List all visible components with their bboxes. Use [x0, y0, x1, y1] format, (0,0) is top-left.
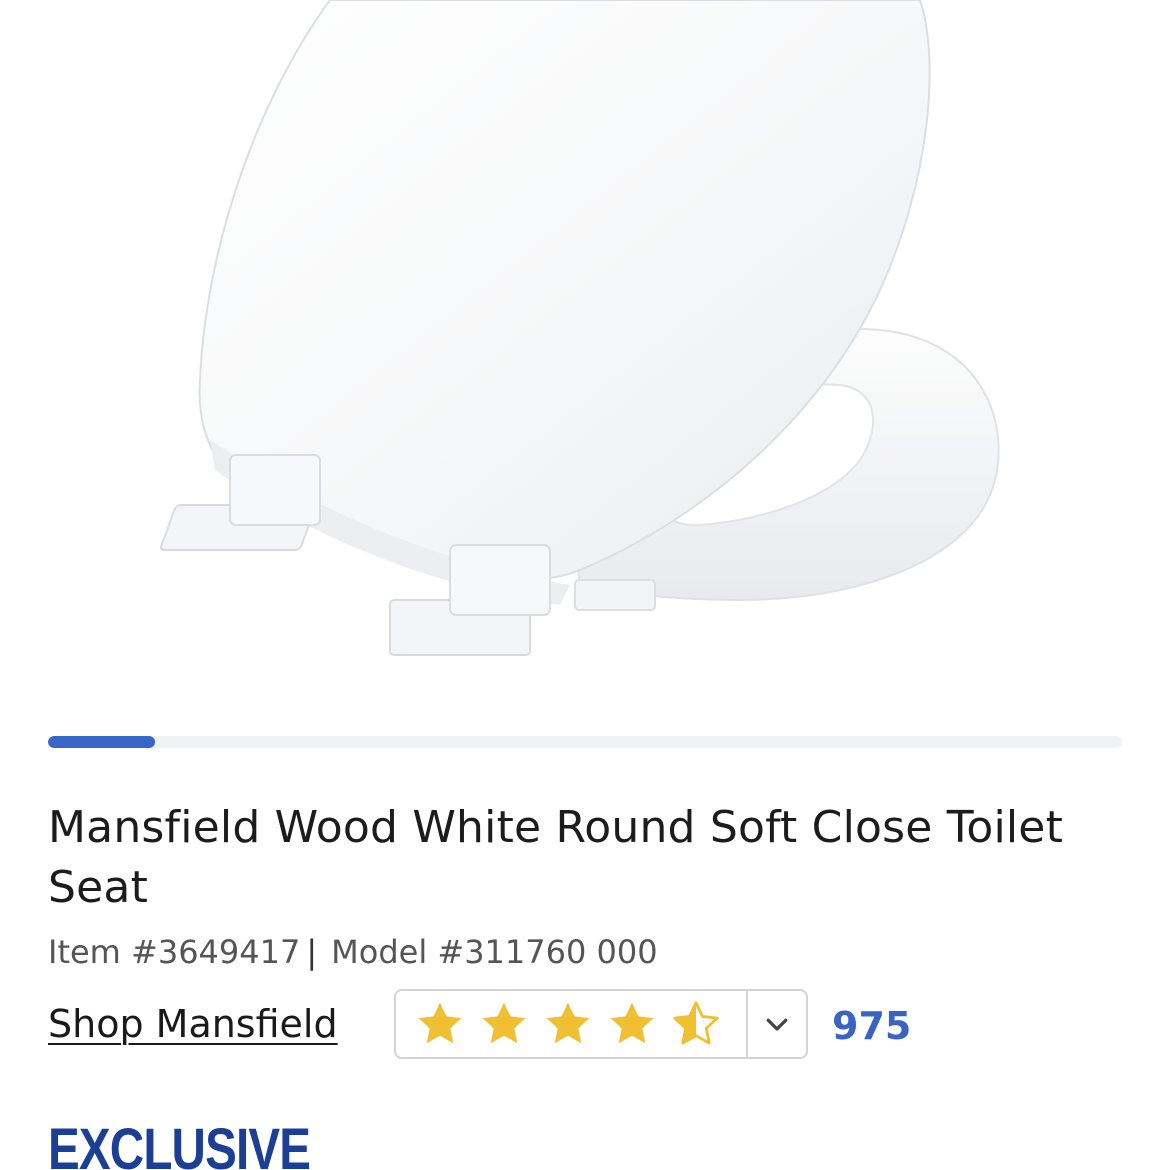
exclusive-badge: EXCLUSIVE — [48, 1117, 311, 1170]
product-page: Mansfield Wood White Round Soft Close To… — [0, 0, 1170, 1170]
half-star-icon — [673, 1001, 719, 1045]
image-carousel-progress[interactable] — [48, 736, 1122, 748]
product-image[interactable] — [0, 0, 1170, 700]
star-icon — [546, 1002, 590, 1044]
rating-widget[interactable] — [394, 989, 808, 1059]
star-icon — [482, 1002, 526, 1044]
chevron-down-icon — [766, 1018, 788, 1031]
rating-expand-button[interactable] — [748, 991, 806, 1057]
identifier-separator: | — [306, 933, 318, 971]
carousel-progress-fill — [48, 736, 156, 748]
review-count-link[interactable]: 975 — [832, 1002, 911, 1050]
item-number: Item #3649417 — [48, 933, 301, 971]
shop-brand-link[interactable]: Shop Mansfield — [48, 1000, 338, 1048]
star-icon — [418, 1002, 462, 1044]
toilet-seat-image — [159, 0, 1000, 656]
product-identifiers: Item #3649417 | Model #311760 000 — [48, 930, 658, 974]
star-rating — [396, 991, 748, 1057]
product-title: Mansfield Wood White Round Soft Close To… — [48, 802, 1064, 913]
model-number: Model #311760 000 — [331, 933, 658, 971]
star-icon — [610, 1002, 654, 1044]
